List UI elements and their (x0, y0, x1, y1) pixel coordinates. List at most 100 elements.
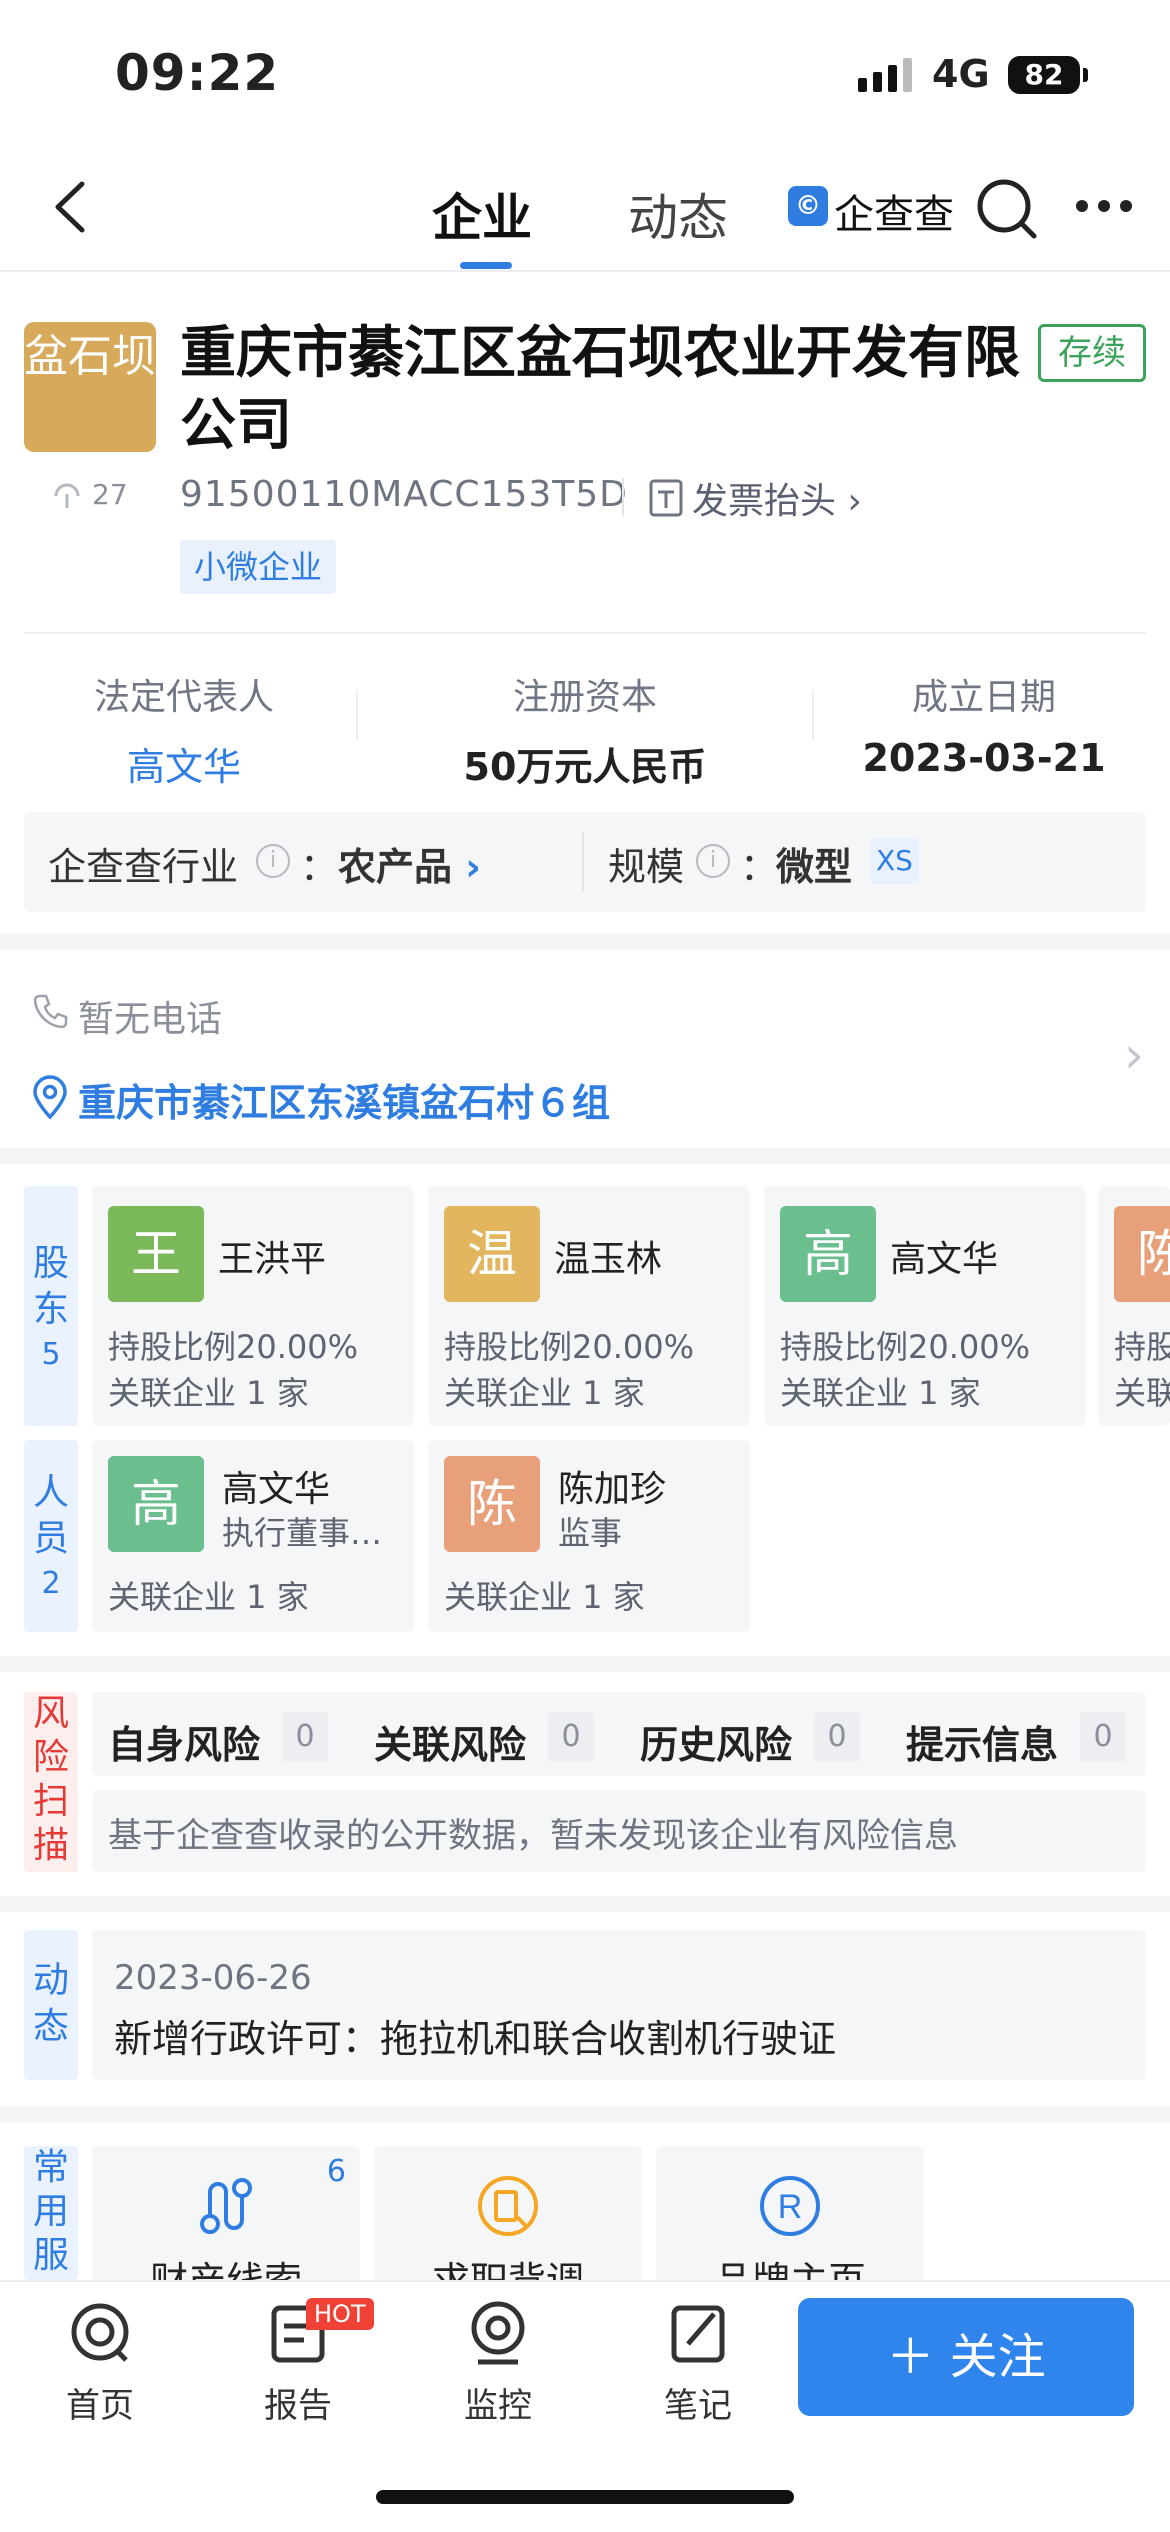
share-ratio: 持股比例20.00% (108, 1328, 359, 1366)
notice-info-tab[interactable]: 提示信息 (906, 1714, 1058, 1769)
scale-label: 规模 (608, 845, 685, 889)
service-property-clues[interactable]: 6 财产线索 (92, 2146, 360, 2286)
personnel-card[interactable]: 高 高文华 执行董事… 关联企业 1 家 (92, 1440, 414, 1632)
news-side-label[interactable]: 动态 (24, 1930, 78, 2080)
hot-badge: HOT (306, 2298, 374, 2330)
chevron-right-icon: › (452, 845, 481, 889)
risk-label: 风险扫描 (33, 1693, 70, 1866)
follow-button[interactable]: ＋ 关注 (798, 2298, 1134, 2416)
battery-icon (1083, 68, 1088, 82)
scale-code-badge: XS (870, 838, 919, 884)
shareholder-card[interactable]: 高 高文华 持股比例20.00% 关联企业 1 家 (764, 1186, 1086, 1426)
chevron-right-icon: › (836, 481, 862, 522)
divider (582, 832, 584, 892)
shareholder-card[interactable]: 温 温玉林 持股比例20.00% 关联企业 1 家 (428, 1186, 750, 1426)
shareholder-card[interactable]: 陈 持股 关联 (1098, 1186, 1170, 1426)
tab-report[interactable]: 报告 (238, 2378, 358, 2427)
person-name: 高文华 (222, 1469, 331, 1510)
view-count: 27 (92, 478, 128, 511)
tab-dynamics[interactable]: 动态 (628, 178, 728, 250)
share-ratio: 持股 (1114, 1328, 1170, 1366)
related-companies: 关联企业 1 家 (444, 1374, 645, 1412)
shareholder-name: 温玉林 (554, 1239, 663, 1280)
personnel-count: 2 (41, 1566, 61, 1601)
note-edit-icon[interactable] (638, 2298, 758, 2368)
person-name: 陈加珍 (558, 1469, 667, 1510)
related-risk-count: 0 (548, 1712, 594, 1762)
risk-description: 基于企查查收录的公开数据，暂未发现该企业有风险信息 (108, 1816, 958, 1856)
history-risk-tab[interactable]: 历史风险 (640, 1714, 792, 1769)
brand-name[interactable]: 企查查 (834, 182, 954, 240)
location-pin-icon (30, 1074, 70, 1120)
avatar: 高 (108, 1456, 204, 1552)
home-icon[interactable] (40, 2298, 160, 2368)
search-icon[interactable] (974, 176, 1040, 242)
related-companies: 关联企业 1 家 (780, 1374, 981, 1412)
route-icon (192, 2172, 260, 2240)
notice-info-count: 0 (1080, 1712, 1126, 1762)
tab-monitor[interactable]: 监控 (438, 2378, 558, 2427)
section-separator (0, 1896, 1170, 1912)
legal-rep-label: 法定代表人 (93, 677, 274, 718)
home-indicator (376, 2490, 794, 2504)
chevron-right-icon[interactable]: › (1124, 1026, 1144, 1084)
section-divider (24, 632, 1146, 634)
colon: ： (740, 845, 779, 889)
info-icon[interactable]: i (696, 844, 730, 878)
tab-home[interactable]: 首页 (40, 2378, 160, 2427)
more-icon[interactable] (1072, 196, 1136, 216)
related-companies: 关联企业 1 家 (108, 1374, 309, 1412)
hot-icon (52, 480, 82, 510)
related-risk-tab[interactable]: 关联风险 (374, 1714, 526, 1769)
invoice-title-link[interactable]: 发票抬头 › (692, 472, 862, 524)
shareholders-side-label[interactable]: 股东 5 (24, 1186, 78, 1426)
services-side-label[interactable]: 常用服 (24, 2146, 78, 2280)
industry-label: 企查查行业 (48, 845, 239, 889)
service-badge: 6 (326, 2154, 346, 2189)
industry-value: 农产品 (338, 845, 453, 889)
monitor-camera-icon[interactable] (438, 2298, 558, 2368)
info-icon[interactable]: i (256, 844, 290, 878)
nav-divider (0, 270, 1170, 272)
person-role: 执行董事… (222, 1514, 383, 1552)
service-job-check[interactable]: 求职背调 (374, 2146, 642, 2286)
invoice-icon (648, 478, 684, 518)
personnel-card[interactable]: 陈 陈加珍 监事 关联企业 1 家 (428, 1440, 750, 1632)
news-date: 2023-06-26 (114, 1958, 312, 1998)
registered-capital: 50万元人民币 (463, 745, 707, 789)
colon: ： (300, 845, 339, 889)
services-label: 常用服 (33, 2147, 70, 2276)
risk-side-label[interactable]: 风险扫描 (24, 1692, 78, 1872)
document-search-icon (474, 2172, 542, 2240)
credit-code[interactable]: 91500110MACC153T5D (180, 474, 628, 515)
personnel-side-label[interactable]: 人员 2 (24, 1440, 78, 1632)
personnel-label: 人员 (33, 1472, 70, 1559)
tab-notes[interactable]: 笔记 (638, 2378, 758, 2427)
back-icon[interactable] (40, 172, 100, 242)
founded-label: 成立日期 (911, 677, 1056, 718)
company-logo: 盆石坝 (24, 322, 156, 452)
news-label: 动态 (33, 1960, 70, 2047)
cellular-signal-icon (858, 58, 912, 92)
history-risk-count: 0 (814, 1712, 860, 1762)
capital-label: 注册资本 (512, 677, 657, 718)
founded-date: 2023-03-21 (862, 736, 1106, 780)
address-link[interactable]: 重庆市綦江区东溪镇盆石村６组 (78, 1072, 610, 1127)
network-type: 4G (932, 52, 990, 96)
related-companies: 关联企业 1 家 (108, 1578, 309, 1616)
phone-text[interactable]: 暂无电话 (78, 990, 222, 1042)
tab-enterprise[interactable]: 企业 (432, 178, 532, 250)
self-risk-tab[interactable]: 自身风险 (108, 1714, 260, 1769)
active-tab-indicator (460, 262, 512, 269)
person-role: 监事 (558, 1514, 623, 1552)
battery-level: 82 (1008, 56, 1080, 94)
registered-trademark-icon: R (756, 2172, 824, 2240)
legal-rep-link[interactable]: 高文华 (14, 736, 354, 791)
shareholder-card[interactable]: 王 王洪平 持股比例20.00% 关联企业 1 家 (92, 1186, 414, 1426)
service-brand-page[interactable]: R 品牌主页 (656, 2146, 924, 2286)
avatar: 王 (108, 1206, 204, 1302)
scale-value: 微型 (776, 845, 853, 889)
shareholder-name: 高文华 (890, 1239, 999, 1280)
industry-link[interactable]: 农产品 › (338, 836, 481, 891)
shareholders-count: 5 (41, 1337, 61, 1372)
